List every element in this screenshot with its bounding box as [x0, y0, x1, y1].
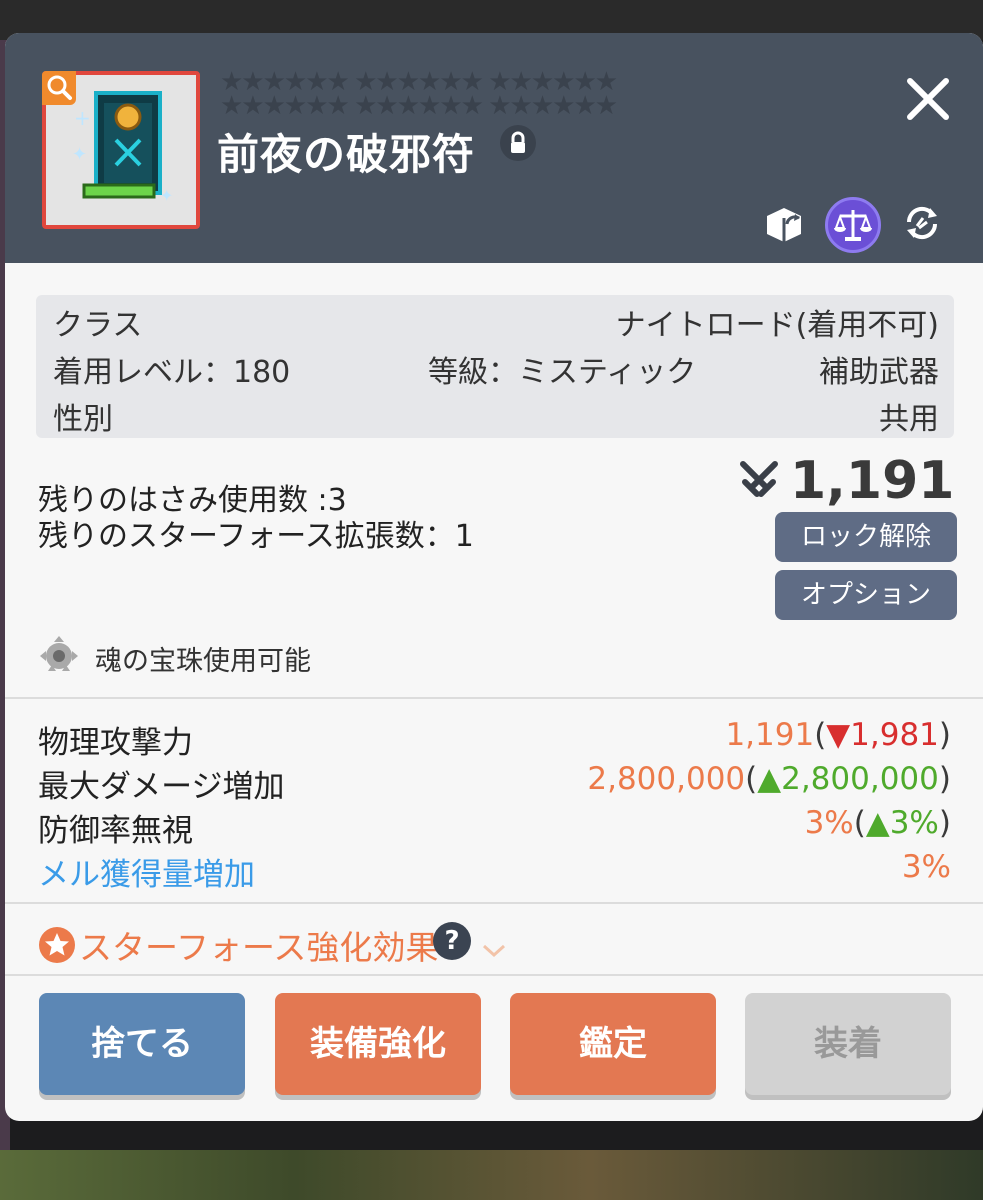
class-label: クラス — [53, 308, 143, 343]
magnifier-icon[interactable] — [42, 71, 76, 105]
starforce-expansion-remaining: 残りのスターフォース拡張数：1 — [38, 519, 474, 554]
option-button[interactable]: オプション — [775, 570, 957, 620]
refresh-icon[interactable] — [895, 196, 949, 250]
svg-text:+: + — [74, 106, 91, 130]
unlock-button[interactable]: ロック解除 — [775, 512, 957, 562]
equip-button[interactable]: 装着 — [745, 993, 951, 1095]
svg-text:✦: ✦ — [72, 144, 87, 165]
balance-scale-icon[interactable] — [825, 197, 881, 253]
trade-box-icon[interactable] — [757, 196, 811, 250]
star-badge-icon — [38, 926, 76, 964]
divider — [5, 974, 983, 976]
item-icon-frame[interactable]: + ✦ ✦ — [42, 71, 200, 229]
chevron-down-icon[interactable] — [479, 941, 509, 961]
starforce-effect-label[interactable]: スターフォース強化効果 — [79, 921, 438, 969]
stat-value: 3%(▲3%) — [804, 805, 951, 841]
star-force-stars: ★★★★★★ ★★★★★★ ★★★★★★ ★★★★★★ ★★★★★★ ★★★★★… — [220, 67, 618, 121]
enhance-equipment-button[interactable]: 装備強化 — [275, 993, 481, 1095]
item-header: + ✦ ✦ ★★★★★★ ★★★★★★ ★★★★★★ ★★★★★★ ★★★★★★… — [5, 33, 983, 263]
gender-value: 共用 — [879, 402, 939, 437]
crossed-swords-icon — [737, 458, 781, 502]
stat-label: メル獲得量増加 — [38, 857, 255, 893]
item-grade: 等級：ミスティック — [428, 355, 697, 390]
soul-orb-available: 魂の宝珠使用可能 — [95, 646, 311, 677]
item-info-box: クラス ナイトロード(着用不可) 着用レベル：180 等級：ミスティック 補助武… — [36, 295, 954, 438]
svg-text:✦: ✦ — [160, 186, 173, 205]
close-icon[interactable] — [900, 71, 956, 127]
appraise-button[interactable]: 鑑定 — [510, 993, 716, 1095]
stat-value: 2,800,000(▲2,800,000) — [587, 761, 951, 797]
item-name: 前夜の破邪符 — [217, 130, 476, 179]
help-icon[interactable]: ? — [433, 922, 471, 960]
stat-label: 物理攻撃力 — [38, 725, 193, 761]
discard-button[interactable]: 捨てる — [39, 993, 245, 1095]
stat-label: 最大ダメージ増加 — [38, 769, 285, 805]
stat-label: 防御率無視 — [38, 813, 193, 849]
background-game-scene — [0, 1150, 983, 1200]
class-value: ナイトロード(着用不可) — [615, 308, 939, 343]
lock-icon — [500, 125, 536, 161]
divider — [5, 697, 983, 699]
item-tooltip-panel: + ✦ ✦ ★★★★★★ ★★★★★★ ★★★★★★ ★★★★★★ ★★★★★★… — [5, 33, 983, 1121]
gender-label: 性別 — [53, 402, 113, 437]
stat-value: 3% — [901, 849, 951, 885]
combat-power-value: 1,191 — [790, 451, 955, 511]
soul-orb-icon — [36, 633, 82, 679]
required-level: 着用レベル：180 — [53, 355, 291, 390]
divider — [5, 902, 983, 904]
item-type: 補助武器 — [819, 355, 939, 390]
stat-value: 1,191(▼1,981) — [725, 717, 951, 753]
